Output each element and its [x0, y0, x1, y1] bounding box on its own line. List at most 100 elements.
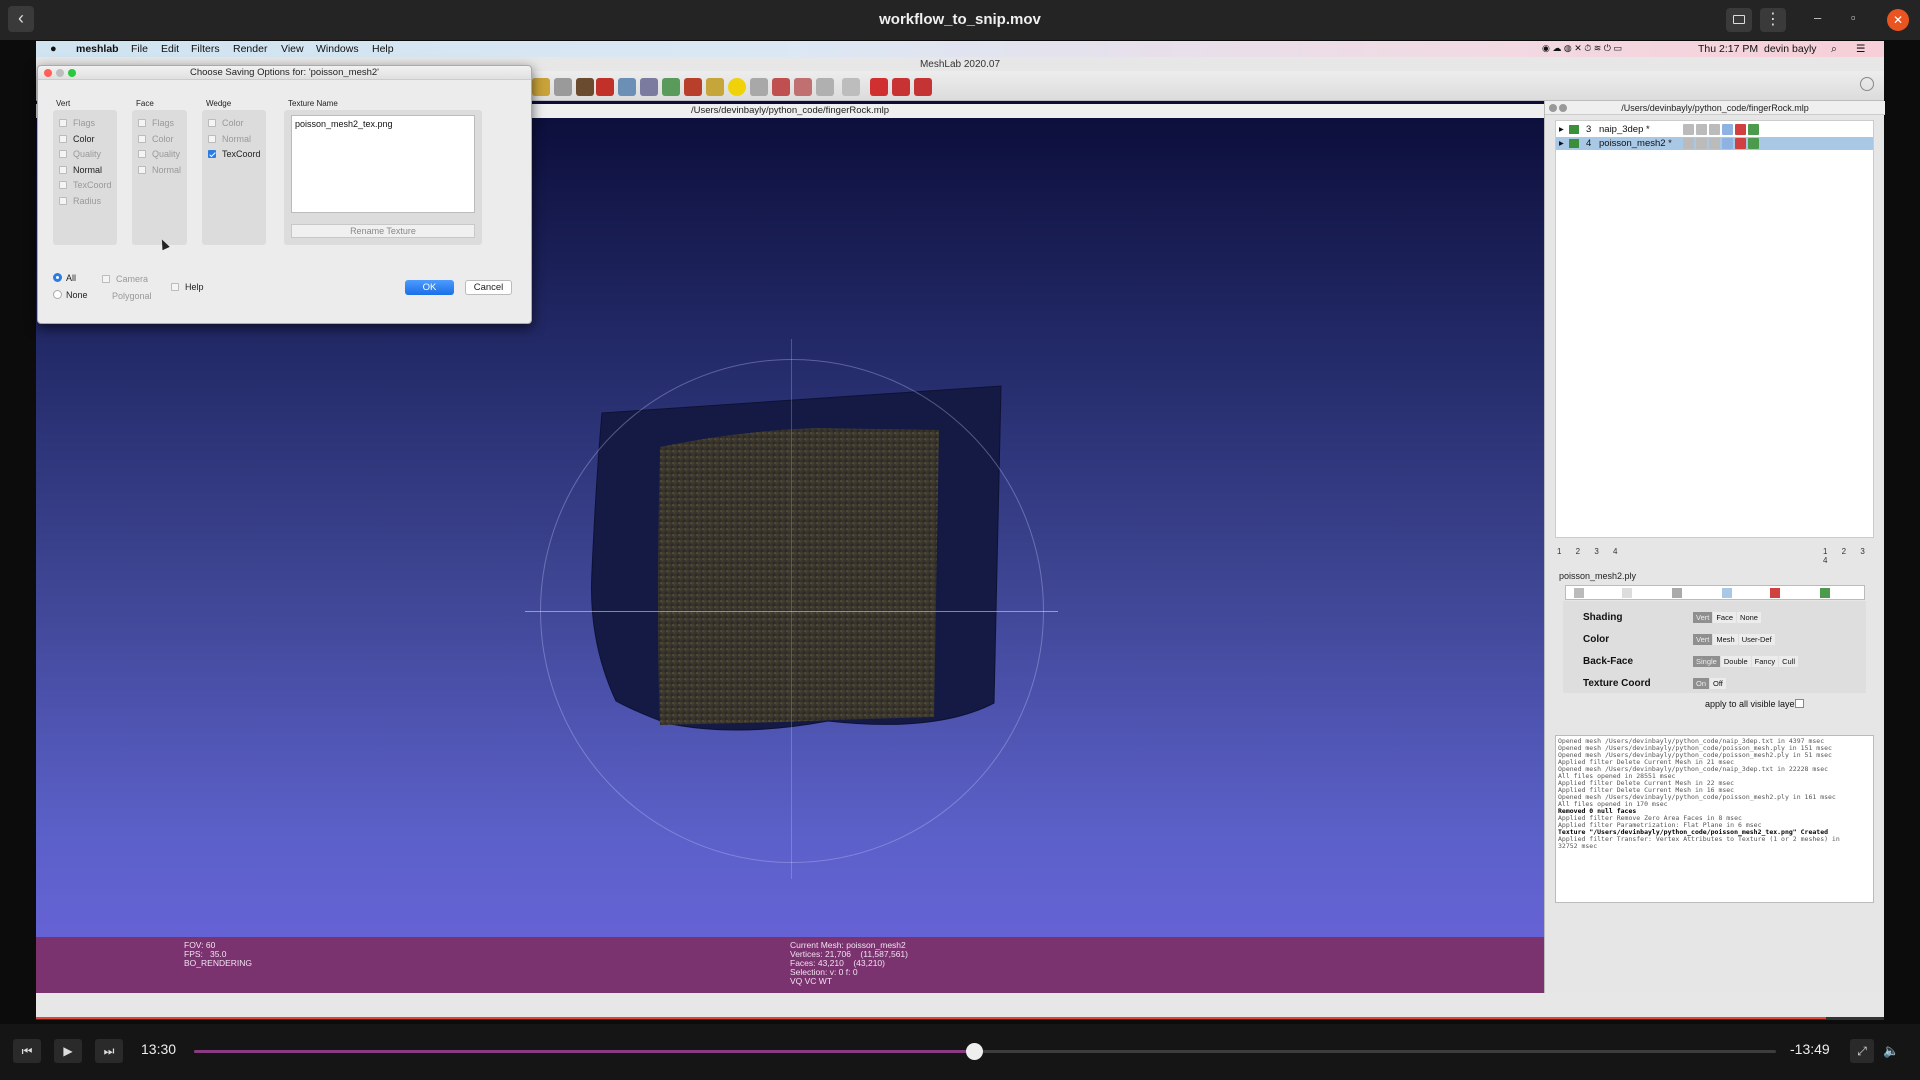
expand-icon[interactable]: ▸ — [1559, 123, 1564, 136]
decorator-tabs[interactable] — [1565, 585, 1865, 600]
layer-name: naip_3dep * — [1599, 124, 1650, 135]
checkbox-icon — [138, 119, 146, 127]
close-button[interactable]: ✕ — [1887, 9, 1909, 31]
shading-label: Shading — [1583, 612, 1623, 623]
layer-row-selected[interactable]: ▸ 4 poisson_mesh2 * — [1556, 137, 1873, 150]
page-selector-right[interactable]: 1 2 3 4 — [1823, 547, 1884, 565]
apply-all-checkbox[interactable] — [1795, 699, 1804, 708]
page-selector-left[interactable]: 1 2 3 4 — [1557, 547, 1623, 556]
checkbox-icon — [208, 134, 216, 143]
layer-tools[interactable] — [1683, 138, 1761, 149]
vert-quality-checkbox[interactable]: Quality — [59, 149, 101, 159]
invert-select-icon[interactable] — [842, 78, 860, 96]
select-faces-icon[interactable] — [772, 78, 790, 96]
mesh-tool-icon[interactable] — [640, 78, 658, 96]
texcoord-toggle[interactable]: On Off — [1693, 678, 1727, 689]
play-button[interactable]: ▶ — [54, 1039, 82, 1063]
backface-toggle[interactable]: Single Double Fancy Cull — [1693, 656, 1799, 667]
rename-texture-button[interactable]: Rename Texture — [291, 224, 475, 238]
cancel-button[interactable]: Cancel — [465, 280, 512, 295]
fullscreen-button[interactable]: ⤢ — [1850, 1039, 1874, 1063]
close-icon: ✕ — [1892, 13, 1904, 27]
checkbox-icon — [59, 150, 67, 158]
apple-icon[interactable]: ● — [50, 43, 57, 55]
ok-button[interactable]: OK — [405, 280, 454, 295]
wedge-color-checkbox[interactable]: Color — [208, 118, 244, 128]
menubar-clock: Thu 2:17 PM — [1698, 43, 1759, 55]
delete-vertices-icon[interactable] — [892, 78, 910, 96]
checkbox-checked-icon — [208, 150, 216, 158]
menu-button[interactable]: ⋮ — [1760, 8, 1786, 32]
layer-panel: /Users/devinbayly/python_code/fingerRock… — [1544, 101, 1885, 993]
info-icon[interactable] — [728, 78, 746, 96]
select-vertices-icon[interactable] — [794, 78, 812, 96]
decorator-options: Shading Vert Face None Color Vert Mesh User-… — [1563, 601, 1866, 693]
face-flags-checkbox[interactable]: Flags — [138, 118, 174, 128]
select-icon[interactable] — [662, 78, 680, 96]
dialog-close-button[interactable] — [44, 69, 52, 77]
panel-close-icon[interactable] — [1549, 104, 1557, 112]
menu-edit[interactable]: Edit — [161, 43, 179, 55]
polygonal-checkbox[interactable]: Polygonal — [102, 291, 152, 301]
wedge-normal-checkbox[interactable]: Normal — [208, 134, 251, 144]
menu-render[interactable]: Render — [233, 43, 267, 55]
menu-windows[interactable]: Windows — [316, 43, 359, 55]
shading-toggle[interactable]: Vert Face None — [1693, 612, 1762, 623]
vert-color-checkbox[interactable]: Color — [59, 134, 95, 144]
menu-view[interactable]: View — [281, 43, 304, 55]
eye-icon[interactable] — [1569, 125, 1579, 134]
align-icon[interactable] — [618, 78, 636, 96]
measure-icon[interactable] — [750, 78, 768, 96]
menubar-user[interactable]: devin bayly — [1764, 43, 1817, 55]
layer-tools[interactable] — [1683, 124, 1761, 135]
menu-filters[interactable]: Filters — [191, 43, 220, 55]
georef-icon[interactable] — [684, 78, 702, 96]
radio-on-icon — [53, 273, 62, 282]
checkbox-icon — [59, 134, 67, 143]
wedge-texcoord-checkbox[interactable]: TexCoord — [208, 149, 261, 159]
expand-icon[interactable]: ▸ — [1559, 137, 1564, 150]
eye-icon[interactable] — [1569, 139, 1579, 148]
skip-forward-button[interactable]: ⏭ — [95, 1039, 123, 1063]
seek-handle[interactable] — [965, 1043, 983, 1060]
seek-bar[interactable] — [194, 1043, 1776, 1060]
apply-all-label: apply to all visible layers — [1705, 699, 1803, 709]
select-connected-icon[interactable] — [816, 78, 834, 96]
panel-float-icon[interactable] — [1559, 104, 1567, 112]
face-normal-checkbox[interactable]: Normal — [138, 165, 181, 175]
help-checkbox[interactable]: Help — [171, 282, 204, 292]
control-center-icon[interactable]: ☰ — [1856, 43, 1865, 55]
all-radio[interactable]: All — [53, 273, 76, 283]
texture-name-list[interactable]: poisson_mesh2_tex.png — [291, 115, 475, 213]
paint-icon[interactable] — [576, 78, 594, 96]
vert-flags-checkbox[interactable]: Flags — [59, 118, 95, 128]
maximize-button[interactable]: ▫ — [1851, 10, 1856, 25]
none-radio[interactable]: None — [53, 290, 88, 300]
p-tool-icon[interactable] — [596, 78, 614, 96]
skip-back-button[interactable]: ⏮ — [13, 1039, 41, 1063]
search-icon[interactable] — [1860, 77, 1874, 91]
face-color-checkbox[interactable]: Color — [138, 134, 174, 144]
face-quality-checkbox[interactable]: Quality — [138, 149, 180, 159]
volume-icon[interactable]: 🔈 — [1883, 1043, 1899, 1059]
player-header: ‹ workflow_to_snip.mov ⋮ – ▫ ✕ — [0, 0, 1920, 40]
vert-normal-checkbox[interactable]: Normal — [59, 165, 102, 175]
spotlight-icon[interactable]: ⌕ — [1831, 43, 1837, 56]
delete-selection-icon[interactable] — [914, 78, 932, 96]
menu-app-name[interactable]: meshlab — [76, 43, 119, 55]
dialog-minimize-button[interactable] — [56, 69, 64, 77]
dialog-zoom-button[interactable] — [68, 69, 76, 77]
star-icon[interactable] — [706, 78, 724, 96]
color-toggle[interactable]: Vert Mesh User-Def — [1693, 634, 1787, 645]
delete-faces-icon[interactable] — [870, 78, 888, 96]
layer-row[interactable]: ▸ 3 naip_3dep * — [1556, 123, 1873, 136]
minimize-button[interactable]: – — [1814, 10, 1821, 25]
menu-help[interactable]: Help — [372, 43, 394, 55]
menu-file[interactable]: File — [131, 43, 148, 55]
vert-texcoord-checkbox[interactable]: TexCoord — [59, 180, 112, 190]
pick-icon[interactable] — [532, 78, 550, 96]
camera-icon[interactable] — [554, 78, 572, 96]
cast-button[interactable] — [1726, 8, 1752, 32]
camera-checkbox[interactable]: Camera — [102, 274, 148, 284]
vert-radius-checkbox[interactable]: Radius — [59, 196, 101, 206]
